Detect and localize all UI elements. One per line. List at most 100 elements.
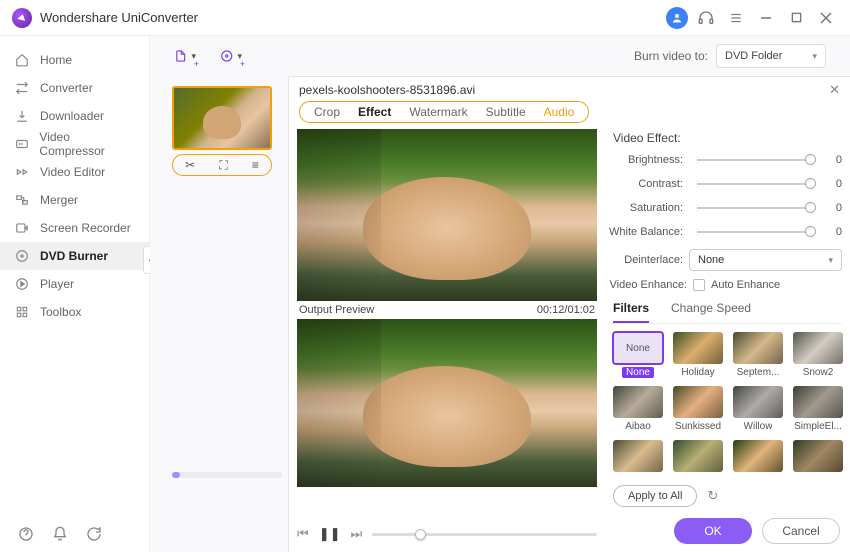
auto-enhance-label: Auto Enhance bbox=[711, 279, 780, 291]
filter-aibao[interactable]: Aibao bbox=[613, 386, 663, 432]
player-icon bbox=[14, 276, 30, 292]
dialog-footer: OK Cancel bbox=[674, 518, 840, 544]
sidebar-label: Converter bbox=[40, 81, 93, 95]
sidebar-item-editor[interactable]: Video Editor bbox=[0, 158, 149, 186]
recorder-icon bbox=[14, 220, 30, 236]
video-item[interactable]: ✂ ⛶ ≡ bbox=[172, 86, 272, 176]
sidebar-label: Downloader bbox=[40, 109, 104, 123]
sidebar-label: Player bbox=[40, 277, 74, 291]
tab-watermark[interactable]: Watermark bbox=[409, 105, 467, 119]
bell-icon[interactable] bbox=[52, 526, 68, 542]
sidebar-item-compressor[interactable]: Video Compressor bbox=[0, 130, 149, 158]
filter-item[interactable] bbox=[673, 440, 723, 475]
tab-audio[interactable]: Audio bbox=[544, 105, 575, 119]
sidebar-item-home[interactable]: Home bbox=[0, 46, 149, 74]
contrast-slider[interactable]: Contrast: 0 bbox=[607, 175, 842, 193]
tab-crop[interactable]: Crop bbox=[314, 105, 340, 119]
sidebar-item-downloader[interactable]: Downloader bbox=[0, 102, 149, 130]
merger-icon bbox=[14, 192, 30, 208]
filter-sunkissed[interactable]: Sunkissed bbox=[673, 386, 723, 432]
burn-target-select[interactable]: DVD Folder▾ bbox=[716, 44, 826, 68]
ok-button[interactable]: OK bbox=[674, 518, 752, 544]
preview-output bbox=[297, 319, 597, 487]
prev-button[interactable]: ⏮ bbox=[297, 526, 309, 542]
app-title: Wondershare UniConverter bbox=[40, 10, 198, 25]
add-file-button[interactable]: +▾ bbox=[174, 45, 196, 67]
filter-item[interactable] bbox=[613, 440, 663, 475]
help-icon[interactable] bbox=[18, 526, 34, 542]
brightness-slider[interactable]: Brightness: 0 bbox=[607, 151, 842, 169]
effect-panel: Video Effect: Brightness: 0 Contrast: 0 … bbox=[607, 123, 842, 502]
pause-button[interactable]: ❚❚ bbox=[319, 526, 341, 542]
dialog-close-button[interactable]: ✕ bbox=[829, 82, 840, 98]
burn-label: Burn video to: bbox=[634, 49, 708, 63]
saturation-slider[interactable]: Saturation: 0 bbox=[607, 199, 842, 217]
playback-controls: ⏮ ❚❚ ⏭ bbox=[297, 526, 597, 542]
effect-dialog: pexels-koolshooters-8531896.avi ✕ Crop E… bbox=[288, 76, 850, 552]
disc-usage-bar bbox=[172, 472, 282, 478]
auto-enhance-checkbox[interactable] bbox=[693, 279, 705, 291]
dvd-icon bbox=[14, 248, 30, 264]
enhance-row: Video Enhance: Auto Enhance bbox=[607, 279, 842, 291]
filter-september[interactable]: Septem... bbox=[733, 332, 783, 378]
headset-icon[interactable] bbox=[694, 6, 718, 30]
sidebar-label: Toolbox bbox=[40, 305, 81, 319]
dialog-filename: pexels-koolshooters-8531896.avi bbox=[299, 83, 475, 97]
next-button[interactable]: ⏭ bbox=[351, 526, 363, 542]
subtab-filters[interactable]: Filters bbox=[613, 301, 649, 323]
sidebar-item-merger[interactable]: Merger bbox=[0, 186, 149, 214]
tab-effect[interactable]: Effect bbox=[358, 105, 391, 119]
sidebar-item-player[interactable]: Player bbox=[0, 270, 149, 298]
sidebar-label: Screen Recorder bbox=[40, 221, 131, 235]
preview-area: Output Preview 00:12/01:02 bbox=[289, 129, 595, 487]
menu-icon[interactable] bbox=[724, 6, 748, 30]
apply-all-button[interactable]: Apply to All bbox=[613, 485, 697, 507]
preview-timestamp: 00:12/01:02 bbox=[537, 304, 595, 316]
sidebar-item-toolbox[interactable]: Toolbox bbox=[0, 298, 149, 326]
sidebar: Home Converter Downloader Video Compress… bbox=[0, 36, 150, 552]
editor-icon bbox=[14, 164, 30, 180]
maximize-button[interactable] bbox=[784, 6, 808, 30]
sidebar-item-converter[interactable]: Converter bbox=[0, 74, 149, 102]
effect-section-title: Video Effect: bbox=[613, 131, 842, 145]
sidebar-label: Home bbox=[40, 53, 72, 67]
toolbar: +▾ +▾ Burn video to: DVD Folder▾ bbox=[150, 36, 850, 76]
sidebar-item-recorder[interactable]: Screen Recorder bbox=[0, 214, 149, 242]
cancel-button[interactable]: Cancel bbox=[762, 518, 840, 544]
home-icon bbox=[14, 52, 30, 68]
filter-snow2[interactable]: Snow2 bbox=[793, 332, 843, 378]
filter-item[interactable] bbox=[793, 440, 843, 475]
playback-slider[interactable] bbox=[372, 533, 597, 536]
reset-icon[interactable]: ↻ bbox=[707, 488, 718, 504]
sidebar-footer bbox=[0, 526, 149, 542]
thumb-tools: ✂ ⛶ ≡ bbox=[172, 154, 272, 176]
deinterlace-select[interactable]: None▾ bbox=[689, 249, 842, 271]
add-disc-button[interactable]: +▾ bbox=[220, 45, 242, 67]
titlebar: Wondershare UniConverter bbox=[0, 0, 850, 36]
filter-none[interactable]: NoneNone bbox=[613, 332, 663, 378]
white-balance-slider[interactable]: White Balance: 0 bbox=[607, 223, 842, 241]
close-button[interactable] bbox=[814, 6, 838, 30]
deinterlace-row: Deinterlace: None▾ bbox=[607, 249, 842, 271]
download-icon bbox=[14, 108, 30, 124]
more-icon[interactable]: ≡ bbox=[252, 158, 259, 172]
filter-holiday[interactable]: Holiday bbox=[673, 332, 723, 378]
filter-simpleel[interactable]: SimpleEl... bbox=[793, 386, 843, 432]
crop-icon[interactable]: ⛶ bbox=[219, 158, 227, 173]
compress-icon bbox=[14, 136, 29, 152]
subtab-speed[interactable]: Change Speed bbox=[671, 301, 751, 323]
trim-icon[interactable]: ✂ bbox=[185, 158, 195, 172]
sidebar-label: Video Editor bbox=[40, 165, 105, 179]
sidebar-label: Video Compressor bbox=[39, 130, 135, 158]
minimize-button[interactable] bbox=[754, 6, 778, 30]
sidebar-label: DVD Burner bbox=[40, 249, 108, 263]
user-avatar[interactable] bbox=[666, 7, 688, 29]
preview-original bbox=[297, 129, 597, 301]
sidebar-item-dvd-burner[interactable]: DVD Burner bbox=[0, 242, 149, 270]
filter-willow[interactable]: Willow bbox=[733, 386, 783, 432]
filter-item[interactable] bbox=[733, 440, 783, 475]
tab-subtitle[interactable]: Subtitle bbox=[486, 105, 526, 119]
video-thumbnail bbox=[172, 86, 272, 150]
preview-label: Output Preview bbox=[299, 304, 374, 316]
feedback-icon[interactable] bbox=[86, 526, 102, 542]
